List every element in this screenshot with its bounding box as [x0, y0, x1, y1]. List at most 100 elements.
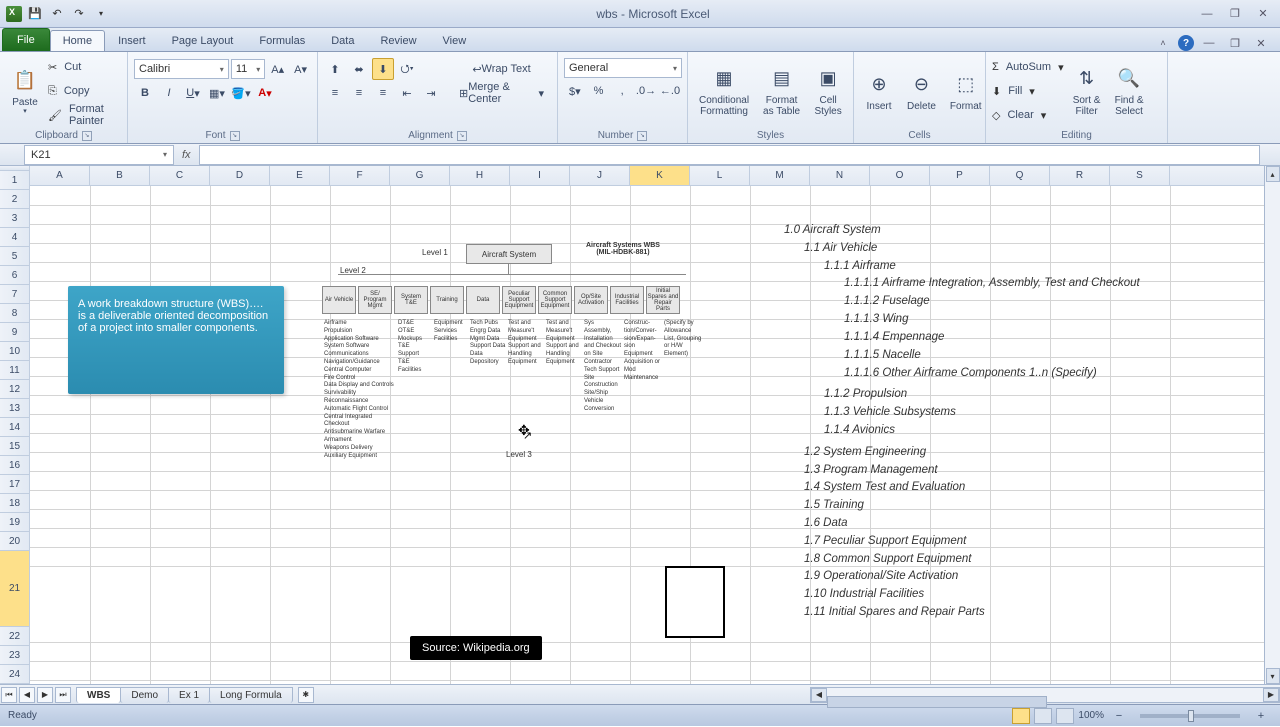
col-header-S[interactable]: S: [1110, 166, 1170, 185]
zoom-in-icon[interactable]: +: [1250, 705, 1272, 727]
font-name-combo[interactable]: Calibri▾: [134, 59, 229, 79]
scroll-left-icon[interactable]: ◀: [811, 688, 827, 702]
callout-textbox[interactable]: A work breakdown structure (WBS)…. is a …: [68, 286, 284, 394]
format-as-table-button[interactable]: ▤Format as Table: [758, 54, 805, 128]
tab-insert[interactable]: Insert: [105, 30, 159, 51]
font-size-combo[interactable]: 11▾: [231, 59, 266, 79]
col-header-Q[interactable]: Q: [990, 166, 1050, 185]
sheet-tab-demo[interactable]: Demo: [120, 687, 169, 703]
align-right-icon[interactable]: ≡: [372, 82, 394, 104]
wbs-diagram-image[interactable]: Level 1 Aircraft System Aircraft Systems…: [310, 226, 730, 526]
font-color-button[interactable]: A▾: [254, 82, 276, 104]
tab-home[interactable]: Home: [50, 30, 105, 51]
col-header-J[interactable]: J: [570, 166, 630, 185]
formula-bar[interactable]: [199, 145, 1260, 165]
row-header-16[interactable]: 16: [0, 456, 29, 475]
fill-button[interactable]: Fill: [1003, 80, 1027, 102]
font-launcher-icon[interactable]: ↘: [230, 131, 240, 141]
align-launcher-icon[interactable]: ↘: [457, 131, 467, 141]
number-launcher-icon[interactable]: ↘: [637, 131, 647, 141]
zoom-out-icon[interactable]: −: [1108, 705, 1130, 727]
percent-icon[interactable]: %: [588, 80, 610, 102]
conditional-formatting-button[interactable]: ▦Conditional Formatting: [694, 54, 754, 128]
cell-styles-button[interactable]: ▣Cell Styles: [809, 54, 847, 128]
autosum-button[interactable]: AutoSum: [1001, 56, 1056, 78]
sort-filter-button[interactable]: ⇅Sort & Filter: [1068, 54, 1106, 128]
col-header-P[interactable]: P: [930, 166, 990, 185]
col-header-K[interactable]: K: [630, 166, 690, 185]
align-middle-icon[interactable]: ⬌: [348, 58, 370, 80]
row-header-13[interactable]: 13: [0, 399, 29, 418]
align-bottom-icon[interactable]: ⬇: [372, 58, 394, 80]
row-header-17[interactable]: 17: [0, 475, 29, 494]
close-button[interactable]: ✕: [1252, 6, 1274, 22]
find-select-button[interactable]: 🔍Find & Select: [1110, 54, 1149, 128]
row-header-24[interactable]: 24: [0, 665, 29, 684]
zoom-slider[interactable]: [1140, 714, 1240, 718]
row-header-11[interactable]: 11: [0, 361, 29, 380]
currency-icon[interactable]: $▾: [564, 80, 586, 102]
name-box[interactable]: K21▾: [24, 145, 174, 165]
row-header-8[interactable]: 8: [0, 304, 29, 323]
col-header-G[interactable]: G: [390, 166, 450, 185]
row-header-12[interactable]: 12: [0, 380, 29, 399]
row-header-6[interactable]: 6: [0, 266, 29, 285]
underline-button[interactable]: U▾: [182, 82, 204, 104]
row-header-9[interactable]: 9: [0, 323, 29, 342]
bold-button[interactable]: B: [134, 82, 156, 104]
borders-button[interactable]: ▦▾: [206, 82, 228, 104]
source-caption[interactable]: Source: Wikipedia.org: [410, 636, 542, 660]
number-format-combo[interactable]: General▾: [564, 58, 682, 78]
tab-nav-next-icon[interactable]: ▶: [37, 687, 53, 703]
horizontal-scrollbar[interactable]: ◀ ▶: [810, 687, 1280, 703]
col-header-E[interactable]: E: [270, 166, 330, 185]
col-header-O[interactable]: O: [870, 166, 930, 185]
increase-font-icon[interactable]: A▴: [267, 58, 288, 80]
tab-view[interactable]: View: [430, 30, 480, 51]
restore-button[interactable]: ❐: [1224, 6, 1246, 22]
row-header-1[interactable]: 1: [0, 171, 29, 190]
clear-button[interactable]: Clear: [1002, 104, 1038, 126]
fx-icon[interactable]: fx: [182, 149, 191, 161]
col-header-H[interactable]: H: [450, 166, 510, 185]
row-header-18[interactable]: 18: [0, 494, 29, 513]
scroll-thumb[interactable]: [827, 696, 1047, 708]
wrap-text-button[interactable]: ↩ Wrap Text: [452, 58, 551, 80]
decrease-decimal-icon[interactable]: ←.0: [659, 80, 681, 102]
tab-page-layout[interactable]: Page Layout: [159, 30, 247, 51]
sheet-tab-ex-1[interactable]: Ex 1: [168, 687, 210, 703]
row-header-4[interactable]: 4: [0, 228, 29, 247]
fill-color-button[interactable]: 🪣▾: [230, 82, 252, 104]
new-sheet-icon[interactable]: ✱: [298, 687, 314, 703]
vertical-scrollbar[interactable]: ▴ ▾: [1264, 166, 1280, 684]
col-header-A[interactable]: A: [30, 166, 90, 185]
row-header-7[interactable]: 7: [0, 285, 29, 304]
comma-icon[interactable]: ,: [611, 80, 633, 102]
workbook-minimize-icon[interactable]: —: [1198, 35, 1220, 51]
qat-undo-icon[interactable]: ↶: [48, 5, 66, 23]
col-header-I[interactable]: I: [510, 166, 570, 185]
increase-decimal-icon[interactable]: .0→: [635, 80, 657, 102]
tab-review[interactable]: Review: [367, 30, 429, 51]
page-break-view-icon[interactable]: [1056, 708, 1074, 724]
qat-save-icon[interactable]: 💾: [26, 5, 44, 23]
tab-formulas[interactable]: Formulas: [246, 30, 318, 51]
align-top-icon[interactable]: ⬆: [324, 58, 346, 80]
col-header-F[interactable]: F: [330, 166, 390, 185]
worksheet-grid[interactable]: 123456789101112131415161718192021222324 …: [0, 166, 1280, 684]
col-header-L[interactable]: L: [690, 166, 750, 185]
format-painter-button[interactable]: Format Painter: [64, 104, 121, 126]
row-header-3[interactable]: 3: [0, 209, 29, 228]
clipboard-launcher-icon[interactable]: ↘: [82, 131, 92, 141]
decrease-indent-icon[interactable]: ⇤: [396, 82, 418, 104]
qat-redo-icon[interactable]: ↷: [70, 5, 88, 23]
increase-indent-icon[interactable]: ⇥: [420, 82, 442, 104]
row-header-23[interactable]: 23: [0, 646, 29, 665]
tab-nav-first-icon[interactable]: ⏮: [1, 687, 17, 703]
row-header-15[interactable]: 15: [0, 437, 29, 456]
scroll-down-icon[interactable]: ▾: [1266, 668, 1280, 684]
normal-view-icon[interactable]: [1012, 708, 1030, 724]
delete-cells-button[interactable]: ⊖Delete: [902, 54, 941, 128]
row-header-19[interactable]: 19: [0, 513, 29, 532]
align-left-icon[interactable]: ≡: [324, 82, 346, 104]
